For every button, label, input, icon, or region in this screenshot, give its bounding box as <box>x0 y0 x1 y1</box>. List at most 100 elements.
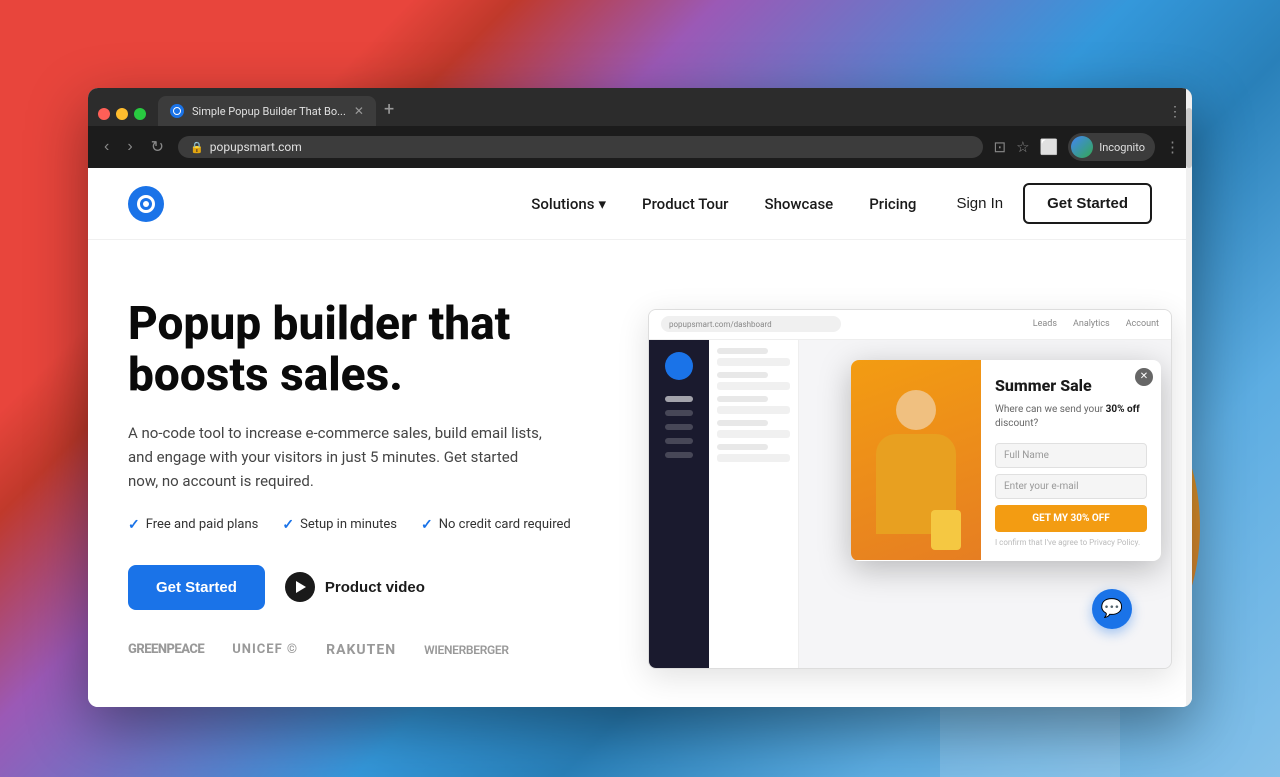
address-bar[interactable]: 🔒 popupsmart.com <box>178 136 983 158</box>
mockup-account: Account <box>1126 319 1159 329</box>
forward-button[interactable]: › <box>123 136 136 158</box>
check-free-plans: ✓ Free and paid plans <box>128 517 258 533</box>
play-icon <box>285 572 315 602</box>
popup-image <box>851 360 981 560</box>
popup-demo: ✕ <box>851 360 1161 561</box>
popup-title: Summer Sale <box>995 376 1147 395</box>
hero-get-started-button[interactable]: Get Started <box>128 565 265 610</box>
editor-label-3 <box>717 396 768 402</box>
cast-icon[interactable]: ⊡ <box>993 138 1006 156</box>
nav-showcase[interactable]: Showcase <box>764 195 833 213</box>
popup-body: Summer Sale Where can we send your 30% o… <box>851 360 1161 561</box>
editor-label-5 <box>717 444 768 450</box>
back-button[interactable]: ‹ <box>100 136 113 158</box>
popup-description: Where can we send your 30% off discount? <box>995 403 1147 431</box>
hero-image: popupsmart.com/dashboard Leads Analytics… <box>648 309 1152 649</box>
brand-logos: GREENPEACE unicef © Rakuten wienerberger <box>128 642 608 658</box>
checkmark-icon-3: ✓ <box>421 517 433 533</box>
popup-cta-button[interactable]: GET MY 30% OFF <box>995 505 1147 532</box>
nav-solutions[interactable]: Solutions ▾ <box>531 195 606 213</box>
browser-menu-icon[interactable]: ⋮ <box>1165 138 1180 156</box>
logo-inner-circle <box>137 195 155 213</box>
nav-pricing[interactable]: Pricing <box>869 195 916 213</box>
hero-video-button[interactable]: Product video <box>285 572 425 602</box>
profile-name: Incognito <box>1099 141 1145 154</box>
mockup-url-bar: popupsmart.com/dashboard <box>661 316 841 332</box>
wienerberger-logo: wienerberger <box>424 643 509 657</box>
tab-favicon <box>170 104 184 118</box>
extension-icon[interactable]: ⬜ <box>1040 138 1059 156</box>
bookmark-icon[interactable]: ☆ <box>1016 138 1029 156</box>
hero-section: Popup builder that boosts sales. A no-co… <box>88 240 1192 707</box>
logo-dot <box>143 201 149 207</box>
popup-legal-text: I confirm that I've agree to Privacy Pol… <box>995 538 1147 547</box>
nav-links: Solutions ▾ Product Tour Showcase Pricin… <box>531 195 916 213</box>
profile-button[interactable]: Incognito <box>1068 133 1155 161</box>
editor-item-2 <box>717 382 790 390</box>
sidebar-item-1 <box>665 396 693 402</box>
editor-label-4 <box>717 420 768 426</box>
popup-close-button[interactable]: ✕ <box>1135 368 1153 386</box>
rakuten-logo: Rakuten <box>326 642 396 658</box>
editor-item-4 <box>717 430 790 438</box>
tab-close-button[interactable]: ✕ <box>354 104 364 118</box>
website-content: Solutions ▾ Product Tour Showcase Pricin… <box>88 168 1192 707</box>
sidebar-logo <box>665 352 693 380</box>
mockup-body: ✕ <box>649 340 1171 668</box>
new-tab-button[interactable]: + <box>376 99 402 126</box>
popup-fullname-input[interactable]: Full Name <box>995 443 1147 468</box>
sign-in-button[interactable]: Sign In <box>956 195 1003 212</box>
logo-icon <box>128 186 164 222</box>
hero-text: Popup builder that boosts sales. A no-co… <box>128 299 608 657</box>
fullscreen-traffic-light[interactable] <box>134 108 146 120</box>
chat-icon: 💬 <box>1101 598 1123 619</box>
mockup-leads: Leads <box>1033 319 1057 329</box>
unicef-logo: unicef © <box>232 642 298 657</box>
hero-buttons: Get Started Product video <box>128 565 608 610</box>
browser-chrome: Simple Popup Builder That Bo... ✕ + ⋮ ‹ … <box>88 88 1192 168</box>
close-traffic-light[interactable] <box>98 108 110 120</box>
site-navigation: Solutions ▾ Product Tour Showcase Pricin… <box>88 168 1192 240</box>
nav-product-tour[interactable]: Product Tour <box>642 195 728 213</box>
mockup-analytics: Analytics <box>1073 319 1110 329</box>
play-triangle <box>296 581 306 593</box>
sidebar-item-2 <box>665 410 693 416</box>
checkmark-icon-2: ✓ <box>282 517 294 533</box>
hero-checks: ✓ Free and paid plans ✓ Setup in minutes… <box>128 517 608 533</box>
scrollbar-thumb <box>1186 108 1192 168</box>
tab-title: Simple Popup Builder That Bo... <box>192 105 346 118</box>
editor-item-1 <box>717 358 790 366</box>
editor-item-3 <box>717 406 790 414</box>
browser-window: Simple Popup Builder That Bo... ✕ + ⋮ ‹ … <box>88 88 1192 707</box>
get-started-nav-button[interactable]: Get Started <box>1023 183 1152 224</box>
refresh-button[interactable]: ↻ <box>147 135 168 159</box>
mockup-nav: Leads Analytics Account <box>1033 319 1159 329</box>
url-text: popupsmart.com <box>210 140 302 154</box>
sidebar-item-4 <box>665 438 693 444</box>
editor-item-5 <box>717 454 790 462</box>
lock-icon: 🔒 <box>190 141 204 154</box>
chevron-down-icon: ▾ <box>598 195 606 213</box>
mockup-sidebar <box>649 340 709 668</box>
hero-title: Popup builder that boosts sales. <box>128 299 608 400</box>
active-tab[interactable]: Simple Popup Builder That Bo... ✕ <box>158 96 376 126</box>
sidebar-item-5 <box>665 452 693 458</box>
profile-avatar <box>1071 136 1093 158</box>
chat-widget-button[interactable]: 💬 <box>1092 589 1132 629</box>
check-no-credit: ✓ No credit card required <box>421 517 571 533</box>
popup-email-input[interactable]: Enter your e-mail <box>995 474 1147 499</box>
editor-label-1 <box>717 348 768 354</box>
sidebar-item-3 <box>665 424 693 430</box>
traffic-lights <box>98 108 146 126</box>
toolbar-right: ⊡ ☆ ⬜ Incognito ⋮ <box>993 133 1180 161</box>
browser-menu-button[interactable]: ⋮ <box>1168 104 1182 126</box>
mockup-topbar: popupsmart.com/dashboard Leads Analytics… <box>649 310 1171 340</box>
address-bar-row: ‹ › ↻ 🔒 popupsmart.com ⊡ ☆ ⬜ Incognito ⋮ <box>88 126 1192 168</box>
hero-subtitle: A no-code tool to increase e-commerce sa… <box>128 421 548 493</box>
browser-scrollbar[interactable] <box>1186 88 1192 707</box>
browser-tabs: Simple Popup Builder That Bo... ✕ + ⋮ <box>88 88 1192 126</box>
editor-panel <box>709 340 799 668</box>
minimize-traffic-light[interactable] <box>116 108 128 120</box>
checkmark-icon-1: ✓ <box>128 517 140 533</box>
site-logo[interactable] <box>128 186 164 222</box>
